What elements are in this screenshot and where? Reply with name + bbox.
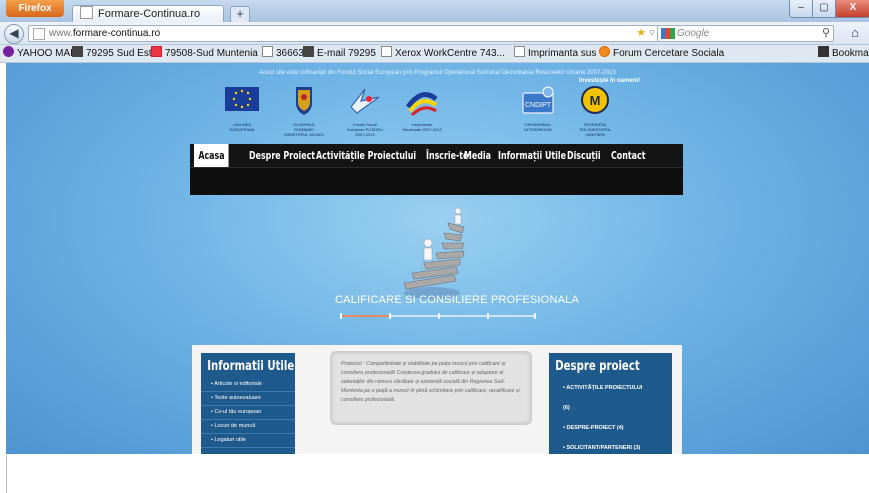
page-icon (514, 46, 525, 57)
link-locuri-munca[interactable]: • Locuri de muncă (201, 420, 295, 434)
federatie-logo[interactable]: M FEDERATIA SOLIDARITATEA SANITARA (575, 85, 615, 137)
bookmark-xerox[interactable]: Xerox WorkCentre 743... (381, 45, 505, 62)
link-cv[interactable]: • Cv-ul tău european (201, 406, 295, 420)
submenu-bar (190, 167, 683, 195)
menu-informatii-utile[interactable]: Informații Utile (498, 144, 566, 167)
svg-text:M: M (590, 93, 601, 108)
project-description: Proiectul : Competitivitate și stabilita… (341, 361, 520, 403)
back-arrow-icon: ◀ (9, 26, 19, 40)
menu-despre-proiect[interactable]: Despre Proiect (249, 144, 315, 167)
despre-proiect-panel: Despre proiect • ACTIVITĂȚILE PROIECTULU… (549, 353, 672, 454)
slider-dot[interactable] (340, 313, 342, 319)
slider-progress (340, 315, 389, 317)
bookmark-imprimanta[interactable]: Imprimanta sus (514, 45, 596, 62)
bookmark-79508-sud-muntenia[interactable]: 79508-Sud Muntenia (151, 45, 258, 62)
tab-title: Formare-Continua.ro (98, 8, 201, 20)
informatii-utile-panel: Informatii Utile • Articole si editorial… (201, 353, 295, 454)
web-page: Acest site este cofinanțat din Fondul So… (6, 63, 869, 454)
slider-dot[interactable] (487, 313, 489, 319)
slider-track[interactable] (340, 313, 536, 319)
home-icon[interactable]: ⌂ (845, 25, 865, 41)
browser-title-bar: Firefox Formare-Continua.ro + – ▢ X (0, 0, 869, 23)
menu-acasa[interactable]: Acasa (194, 144, 229, 167)
bookmark-79295-sud-est[interactable]: 79295 Sud Est (72, 45, 152, 62)
google-icon[interactable] (661, 28, 675, 39)
bookmark-star-icon[interactable]: ★ (636, 27, 646, 39)
slide-title: CALIFICARE SI CONSILIERE PROFESIONALA (335, 294, 579, 306)
cndipt-logo[interactable]: CNDIPT ORGANISMUL INTERMEDIAR (518, 85, 558, 132)
panel-title: Informatii Utile (207, 359, 295, 374)
link-activitatile[interactable]: • ACTIVITĂȚILE PROIECTULUI (549, 378, 672, 398)
back-button[interactable]: ◀ (4, 24, 24, 44)
bookmark-yahoo-mail[interactable]: YAHOO MAIL (3, 45, 79, 62)
bookmarks-toolbar: YAHOO MAIL 79295 Sud Est 79508-Sud Munte… (0, 45, 869, 63)
project-description-box: Proiectul : Competitivitate și stabilita… (330, 351, 532, 425)
minimize-button[interactable]: – (789, 0, 813, 18)
link-despre-proiect[interactable]: • DESPRE-PROIECT (4) (549, 418, 672, 438)
link-solicitant[interactable]: • SOLICITANT/PARTENERI (3) (549, 438, 672, 454)
url-text: www.formare-continua.ro (49, 28, 161, 39)
firefox-menu-button[interactable]: Firefox (6, 0, 64, 17)
panel-title: Despre proiect (555, 359, 640, 374)
url-bar[interactable]: www.formare-continua.ro ★ ▿ ↻ (28, 25, 672, 42)
close-window-button[interactable]: X (835, 0, 869, 18)
staircase-illustration (403, 207, 465, 299)
forum-icon (599, 46, 610, 57)
maximize-button[interactable]: ▢ (812, 0, 836, 18)
activitatile-count: (6) (563, 405, 570, 411)
status-area (0, 455, 869, 493)
mail-icon (72, 46, 83, 57)
menu-media[interactable]: Media (464, 144, 491, 167)
government-logo[interactable]: GUVERNUL ROMANIEI MINISTERUL MUNCII (284, 85, 324, 137)
bookmarks-menu[interactable]: Bookmar (818, 45, 869, 62)
link-legaturi[interactable]: • Legaturi utile (201, 434, 295, 448)
bookmark-email-79295[interactable]: E-mail 79295 (303, 45, 376, 62)
page-icon (80, 6, 93, 19)
dropdown-icon[interactable]: ▿ (649, 27, 655, 39)
search-bar[interactable]: Google ⚲ (657, 25, 834, 42)
bookmark-36663[interactable]: 36663 (262, 45, 304, 62)
eu-flag-logo[interactable]: UNIUNEA EUROPEANA (222, 85, 262, 132)
link-teste[interactable]: • Teste autoevaluare (201, 392, 295, 406)
site-identity-icon[interactable] (33, 28, 45, 40)
menu-contact[interactable]: Contact (611, 144, 646, 167)
slogan: Investește în oameni! (579, 78, 641, 84)
mail-icon (151, 46, 162, 57)
page-icon (262, 46, 273, 57)
tab-formare-continua[interactable]: Formare-Continua.ro (72, 5, 224, 23)
slider-dot[interactable] (389, 313, 391, 319)
content-area: Informatii Utile • Articole si editorial… (192, 345, 682, 454)
search-placeholder: Google (677, 28, 710, 39)
mail-icon (303, 46, 314, 57)
svg-text:CNDIPT: CNDIPT (525, 102, 552, 109)
navigation-toolbar: ◀ www.formare-continua.ro ★ ▿ ↻ Google ⚲… (0, 22, 869, 45)
fse-logo[interactable]: Fondul Social European POSDRU 2007-2013 (345, 85, 385, 137)
page-icon (381, 46, 392, 57)
main-menu: Acasa Despre Proiect Activitățile Proiec… (190, 144, 683, 195)
slider-dot[interactable] (534, 313, 536, 319)
is-logo[interactable]: Instrumente Structurale 2007-2013 (402, 85, 442, 132)
bookmark-forum[interactable]: Forum Cercetare Sociala (599, 45, 724, 62)
slider-dot[interactable] (438, 313, 440, 319)
menu-discutii[interactable]: Discuții (567, 144, 601, 167)
top-banner-text: Acest site este cofinanțat din Fondul So… (259, 70, 616, 76)
new-tab-button[interactable]: + (230, 6, 250, 23)
menu-activitatile-proiectului[interactable]: Activitățile Proiectului (316, 144, 416, 167)
link-articole[interactable]: • Articole si editoriale (201, 378, 295, 392)
bookmarks-icon (818, 46, 829, 57)
search-icon[interactable]: ⚲ (822, 26, 830, 41)
yahoo-icon (3, 46, 14, 57)
